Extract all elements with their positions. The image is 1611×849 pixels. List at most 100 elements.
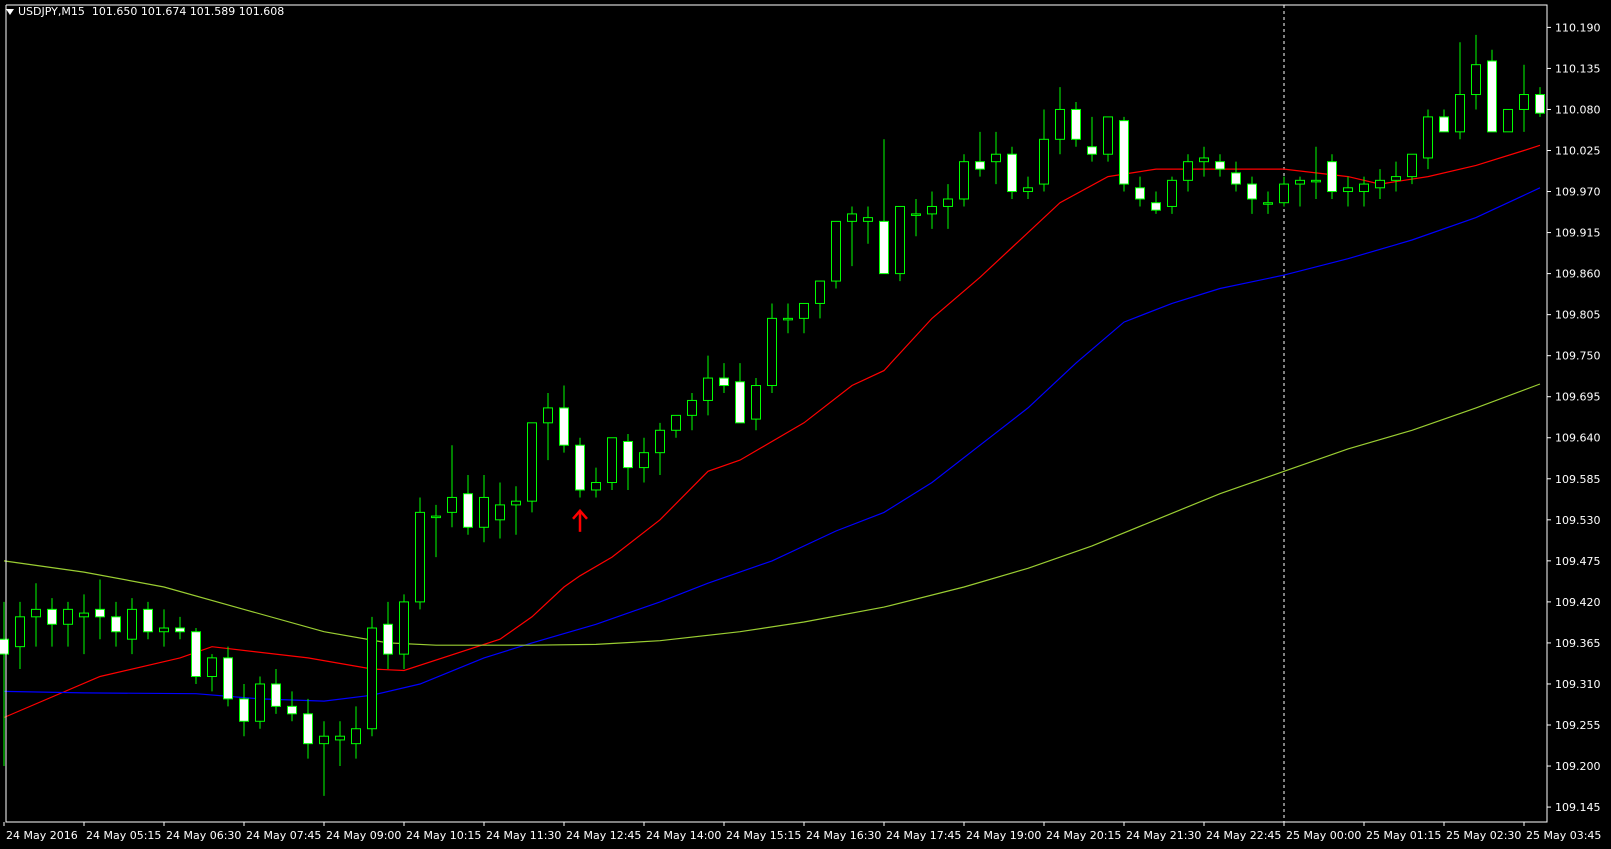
candle-body-bearish bbox=[1119, 120, 1129, 185]
x-tick-label: 25 May 00:00 bbox=[1286, 829, 1361, 842]
candle-body-bearish bbox=[271, 683, 281, 707]
candle-body-bullish bbox=[1039, 138, 1049, 185]
candle bbox=[143, 601, 153, 640]
candle-body-bearish bbox=[1327, 161, 1337, 193]
candle-body-bearish bbox=[287, 705, 297, 715]
candle bbox=[1183, 154, 1193, 192]
candle-body-bullish bbox=[63, 608, 73, 625]
candle bbox=[431, 504, 441, 558]
y-tick-label: 109.365 bbox=[1555, 637, 1601, 650]
candle-body-bullish bbox=[1407, 153, 1417, 178]
candle bbox=[1327, 154, 1337, 199]
candle-body-bullish bbox=[159, 627, 169, 633]
candle bbox=[895, 205, 905, 282]
candle bbox=[1199, 146, 1209, 177]
x-tick-label: 24 May 2016 bbox=[6, 829, 78, 842]
candle-body-bearish bbox=[143, 608, 153, 633]
candle-body-bullish bbox=[447, 496, 457, 513]
candle bbox=[367, 616, 377, 737]
candle bbox=[815, 280, 825, 319]
x-tick-label: 25 May 03:45 bbox=[1526, 829, 1601, 842]
candle bbox=[223, 646, 233, 707]
x-tick-label: 24 May 10:15 bbox=[406, 829, 481, 842]
y-tick-label: 109.145 bbox=[1555, 801, 1601, 814]
candle bbox=[911, 198, 921, 237]
y-tick-label: 110.080 bbox=[1555, 103, 1601, 116]
candle-body-bearish bbox=[1535, 94, 1545, 114]
candle bbox=[1087, 116, 1097, 162]
candle-body-bearish bbox=[575, 444, 585, 491]
y-tick-label: 109.420 bbox=[1555, 596, 1601, 609]
candle bbox=[175, 616, 185, 640]
candle bbox=[751, 378, 761, 431]
candle-body-bullish bbox=[1519, 94, 1529, 110]
x-tick-label: 25 May 02:30 bbox=[1446, 829, 1521, 842]
y-tick-label: 109.640 bbox=[1555, 432, 1601, 445]
x-tick-label: 25 May 01:15 bbox=[1366, 829, 1441, 842]
candle-body-bullish bbox=[495, 504, 505, 521]
candle bbox=[783, 303, 793, 334]
candle-body-bullish bbox=[31, 608, 41, 618]
candle bbox=[287, 691, 297, 722]
candle-body-bullish bbox=[431, 515, 441, 519]
y-tick-label: 109.200 bbox=[1555, 760, 1601, 773]
candle bbox=[351, 706, 361, 759]
y-tick-label: 109.310 bbox=[1555, 678, 1601, 691]
candle bbox=[415, 497, 425, 610]
candle bbox=[1439, 109, 1449, 133]
candle-body-bearish bbox=[175, 627, 185, 633]
candle-body-bullish bbox=[1375, 179, 1385, 189]
candle-body-bullish bbox=[543, 407, 553, 424]
candle-body-bullish bbox=[783, 317, 793, 321]
x-tick-label: 24 May 12:45 bbox=[566, 829, 641, 842]
candle bbox=[463, 475, 473, 535]
candle bbox=[383, 601, 393, 670]
candle-body-bullish bbox=[1103, 116, 1113, 155]
y-tick-label: 110.190 bbox=[1555, 21, 1601, 34]
candle-body-bullish bbox=[895, 205, 905, 275]
candle bbox=[79, 594, 89, 655]
candle bbox=[1423, 109, 1433, 170]
candle bbox=[1487, 49, 1497, 133]
candle-body-bearish bbox=[1071, 108, 1081, 140]
candle-body-bullish bbox=[1023, 187, 1033, 193]
candle bbox=[1471, 34, 1481, 110]
candle-body-bearish bbox=[239, 698, 249, 722]
candle-body-bearish bbox=[1087, 146, 1097, 155]
candle bbox=[1231, 161, 1241, 192]
candle-body-bearish bbox=[559, 407, 569, 446]
candle-body-bullish bbox=[959, 161, 969, 200]
candle bbox=[1263, 191, 1273, 214]
y-tick-label: 110.025 bbox=[1555, 144, 1601, 157]
price-chart[interactable]: 110.190 110.135 110.080 110.025 109.970 109.9… bbox=[0, 0, 1611, 849]
candle-body-bullish bbox=[1295, 179, 1305, 185]
candle-body-bullish bbox=[1199, 157, 1209, 163]
candle-body-bullish bbox=[751, 385, 761, 420]
candle-body-bearish bbox=[879, 220, 889, 275]
candle-body-bullish bbox=[1455, 94, 1465, 133]
candle-body-bullish bbox=[351, 728, 361, 745]
x-tick-label: 24 May 22:45 bbox=[1206, 829, 1281, 842]
candle-body-bullish bbox=[15, 616, 25, 648]
candle-body-bearish bbox=[463, 493, 473, 528]
candle-body-bearish bbox=[1439, 116, 1449, 133]
x-tick-label: 24 May 15:15 bbox=[726, 829, 801, 842]
candle-body-bullish bbox=[1055, 108, 1065, 140]
candle bbox=[543, 392, 553, 461]
candle bbox=[1519, 64, 1529, 132]
candle bbox=[47, 598, 57, 647]
candle-body-bullish bbox=[799, 302, 809, 319]
candle-body-bullish bbox=[1263, 202, 1273, 205]
candle-body-bearish bbox=[191, 631, 201, 678]
candle-body-bearish bbox=[735, 381, 745, 424]
candle-body-bearish bbox=[95, 608, 105, 618]
y-tick-label: 109.255 bbox=[1555, 719, 1601, 732]
candle bbox=[575, 437, 585, 498]
candle bbox=[655, 422, 665, 476]
x-tick-label: 24 May 21:30 bbox=[1126, 829, 1201, 842]
y-tick-label: 109.695 bbox=[1555, 391, 1601, 404]
candle-body-bullish bbox=[511, 500, 521, 506]
candle-body-bearish bbox=[383, 623, 393, 655]
candle bbox=[127, 598, 137, 655]
candle bbox=[111, 601, 121, 647]
